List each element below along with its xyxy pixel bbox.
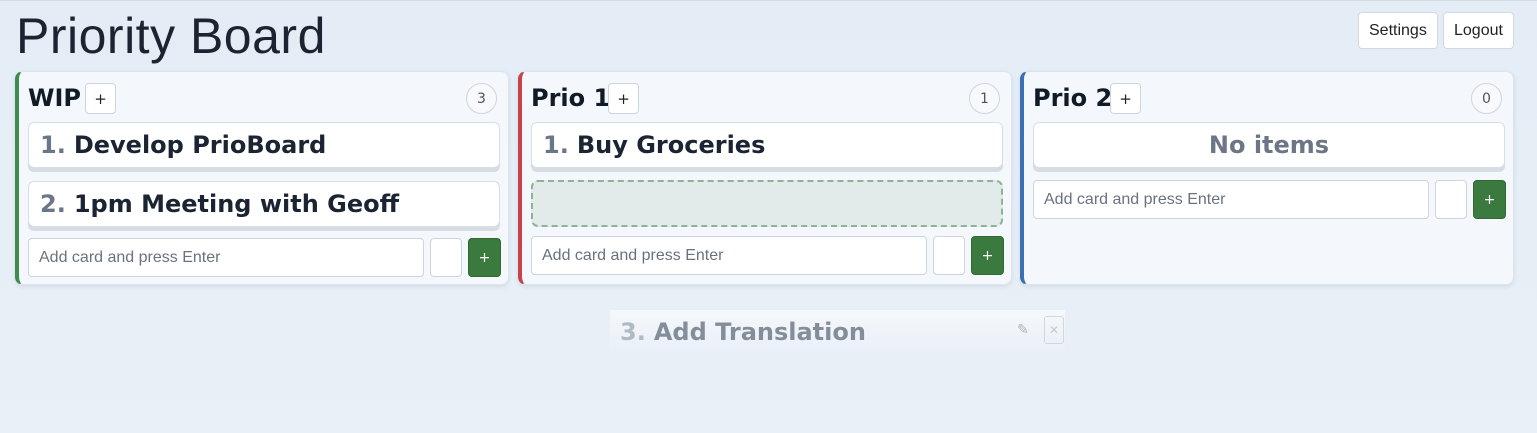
submit-card-button[interactable]: +: [971, 236, 1004, 275]
card-option-box[interactable]: [1435, 180, 1467, 219]
count-badge: 0: [1471, 83, 1502, 114]
card-text: 1pm Meeting with Geoff: [73, 190, 400, 218]
dragged-card[interactable]: 3. Add Translation ✎ ✕: [610, 310, 1065, 354]
add-card-input[interactable]: [1033, 180, 1429, 219]
add-card-button[interactable]: +: [85, 83, 116, 114]
column-title: WIP: [28, 84, 81, 112]
count-badge: 1: [969, 83, 1000, 114]
card-option-box[interactable]: [430, 238, 462, 277]
card-number: 1.: [543, 131, 569, 159]
settings-button[interactable]: Settings: [1358, 12, 1438, 49]
page-title: Priority Board: [16, 8, 326, 64]
card-text: Buy Groceries: [576, 131, 766, 159]
close-icon[interactable]: ✕: [1044, 316, 1064, 344]
submit-card-button[interactable]: +: [1473, 180, 1506, 219]
add-card-input[interactable]: [28, 238, 424, 277]
card-number: 2.: [40, 190, 66, 218]
card-number: 1.: [40, 131, 66, 159]
card-number: 3.: [620, 318, 646, 346]
column-prio-1: Prio 1 + 1 1. Buy Groceries +: [518, 71, 1012, 285]
add-card-input[interactable]: [531, 236, 927, 275]
card-text: Develop PrioBoard: [73, 131, 327, 159]
card-option-box[interactable]: [933, 236, 965, 275]
column-wip: WIP + 3 1. Develop PrioBoard 2. 1pm Meet…: [15, 71, 509, 285]
empty-state: No items: [1033, 122, 1505, 168]
submit-card-button[interactable]: +: [468, 238, 501, 277]
count-badge: 3: [466, 83, 497, 114]
card[interactable]: 1. Buy Groceries: [531, 122, 1003, 168]
card[interactable]: 1. Develop PrioBoard: [28, 122, 500, 168]
logout-button[interactable]: Logout: [1443, 12, 1514, 49]
edit-icon[interactable]: ✎: [1017, 322, 1029, 338]
drop-placeholder[interactable]: [531, 180, 1003, 227]
column-title: Prio 1: [531, 84, 611, 112]
column-title: Prio 2: [1033, 84, 1113, 112]
add-card-button[interactable]: +: [608, 83, 639, 114]
card-text: Add Translation: [653, 318, 866, 346]
column-prio-2: Prio 2 + 0 No items +: [1020, 71, 1514, 285]
card[interactable]: 2. 1pm Meeting with Geoff: [28, 181, 500, 227]
add-card-button[interactable]: +: [1110, 83, 1141, 114]
